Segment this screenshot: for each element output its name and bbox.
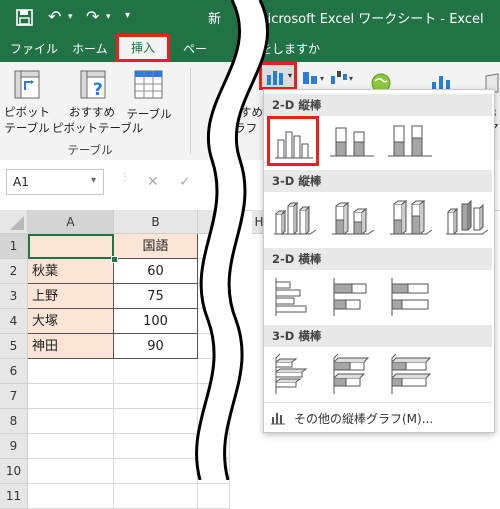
column-chart-small-icon [271,413,285,425]
recommended-pivot-label-2: ピボットテーブル [52,121,144,135]
pivot-table-label-1: ピボット [4,105,50,119]
row-header-6[interactable]: 6 [0,359,28,384]
3d-column-icon [446,199,489,235]
save-icon[interactable] [16,9,33,26]
redo-icon[interactable]: ↷ [86,7,99,26]
pivot-table-button[interactable]: ピボット テーブル [4,104,50,136]
fill-handle[interactable] [111,256,118,263]
chevron-down-icon: ▾ [91,175,97,186]
stacked-column-icon [330,127,374,157]
select-all-corner[interactable] [0,210,28,234]
100-stacked-bar-icon [391,278,429,316]
3d-stacked-column-option[interactable] [328,196,376,242]
chevron-down-icon: ▾ [288,71,293,80]
tab-file[interactable]: ファイル [10,40,58,57]
row-header-4[interactable]: 4 [0,309,28,334]
column-header-a[interactable]: A [28,210,114,234]
svg-text:?: ? [93,80,103,100]
3d-100-stacked-bar-option[interactable] [386,352,434,398]
cell-a10[interactable] [28,459,114,484]
cell-a6[interactable] [28,359,114,384]
pivot-table-icon [14,70,40,99]
row-header-11[interactable]: 11 [0,484,28,509]
3d-100-stacked-column-icon [390,200,433,235]
3d-clustered-column-icon [274,201,317,235]
cancel-icon[interactable]: ✕ [147,174,159,190]
undo-dropdown-icon[interactable]: ▾ [68,12,73,22]
cell-b11[interactable] [114,484,198,509]
3d-stacked-bar-option[interactable] [328,352,376,398]
3d-stacked-column-icon [332,202,375,235]
clustered-column-icon [275,131,313,159]
3d-column-option[interactable] [442,196,490,242]
cell-x11[interactable] [198,484,230,509]
cell-a5[interactable]: 神田 [28,334,114,359]
menu-divider [264,402,492,403]
100-stacked-bar-option[interactable] [386,274,434,320]
svg-text:▾: ▾ [320,74,324,83]
pivot-table-label-2: テーブル [4,121,50,135]
cell-a8[interactable] [28,409,114,434]
3d-100-stacked-column-option[interactable] [386,196,434,242]
row-header-9[interactable]: 9 [0,434,28,459]
recommended-pivot-button[interactable]: おすすめ ピボットテーブル [52,104,144,136]
cell-a4[interactable]: 大塚 [28,309,114,334]
stacked-bar-icon [333,278,367,316]
row-header-3[interactable]: 3 [0,284,28,309]
cell-a3[interactable]: 上野 [28,284,114,309]
svg-text:▾: ▾ [349,74,353,83]
row-header-1[interactable]: 1 [0,234,28,259]
3d-clustered-bar-icon [275,353,308,394]
tables-group-label: テーブル [67,143,113,157]
customize-quick-access-icon[interactable]: ▾ [125,10,130,21]
100-stacked-column-icon [388,125,432,157]
name-box-value: A1 [13,175,29,189]
waterfall-chart-icon[interactable]: ▾ [330,68,356,86]
section-header-3d-bar: 3-D 横棒 [264,325,492,347]
3d-stacked-bar-icon [333,353,370,394]
formula-bar-handle: ⋮ [120,172,130,183]
3d-100-stacked-bar-icon [391,353,432,394]
section-header-3d-column: 3-D 縦棒 [264,170,492,192]
stacked-bar-option[interactable] [328,274,376,320]
row-header-7[interactable]: 7 [0,384,28,409]
table-button-label[interactable]: テーブル [124,106,174,122]
100-stacked-column-option[interactable] [386,118,434,164]
clustered-column-option[interactable] [267,116,319,166]
clustered-bar-icon [275,278,307,316]
cell-a11[interactable] [28,484,114,509]
undo-icon[interactable]: ↶ [48,7,61,26]
cell-a2[interactable]: 秋葉 [28,259,114,284]
cell-a1[interactable] [28,234,114,259]
section-header-2d-bar: 2-D 横棒 [264,248,492,270]
name-box[interactable]: A1 ▾ [6,169,104,195]
clustered-bar-option[interactable] [270,274,318,320]
recommended-pivot-icon: ? [80,70,106,100]
tab-insert[interactable]: 挿入 [116,34,170,62]
more-column-charts-item[interactable]: その他の縦棒グラフ(M)... [270,408,490,430]
cell-a7[interactable] [28,384,114,409]
row-header-10[interactable]: 10 [0,459,28,484]
table-icon [134,70,163,99]
redo-dropdown-icon[interactable]: ▾ [106,12,111,22]
tab-home[interactable]: ホーム [72,40,108,57]
row-header-5[interactable]: 5 [0,334,28,359]
recommended-pivot-label-1: おすすめ [69,105,115,119]
3d-clustered-bar-option[interactable] [270,352,318,398]
section-header-2d-column: 2-D 縦棒 [264,94,492,116]
window-title: licrosoft Excel ワークシート - Excel [264,12,484,27]
column-chart-dropdown: 2-D 縦棒 3-D 縦棒 2-D 横棒 3-D 横棒 その他の縦棒グラフ(M)… [263,89,495,433]
cell-a9[interactable] [28,434,114,459]
row-header-2[interactable]: 2 [0,259,28,284]
more-column-charts-label: その他の縦棒グラフ(M)... [294,412,434,426]
hierarchy-chart-icon[interactable]: ▾ [302,68,328,86]
3d-clustered-column-option[interactable] [270,196,318,242]
stacked-column-option[interactable] [328,118,376,164]
cut-line-divider [195,0,270,480]
row-header-8[interactable]: 8 [0,409,28,434]
